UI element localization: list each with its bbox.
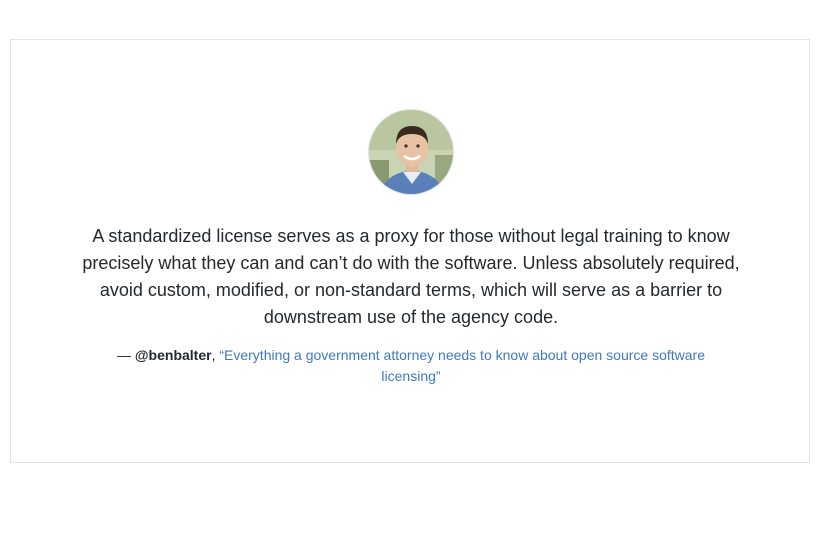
avatar-portrait-icon: [369, 110, 453, 194]
attribution-dash: —: [117, 347, 135, 363]
author-handle-link[interactable]: @benbalter: [135, 347, 212, 363]
author-avatar: [368, 109, 454, 195]
source-article-link[interactable]: “Everything a government attorney needs …: [219, 347, 705, 384]
testimonial-card: A standardized license serves as a proxy…: [10, 39, 810, 463]
testimonial-quote: A standardized license serves as a proxy…: [82, 226, 740, 327]
testimonial-attribution: — @benbalter, “Everything a government a…: [111, 345, 711, 387]
